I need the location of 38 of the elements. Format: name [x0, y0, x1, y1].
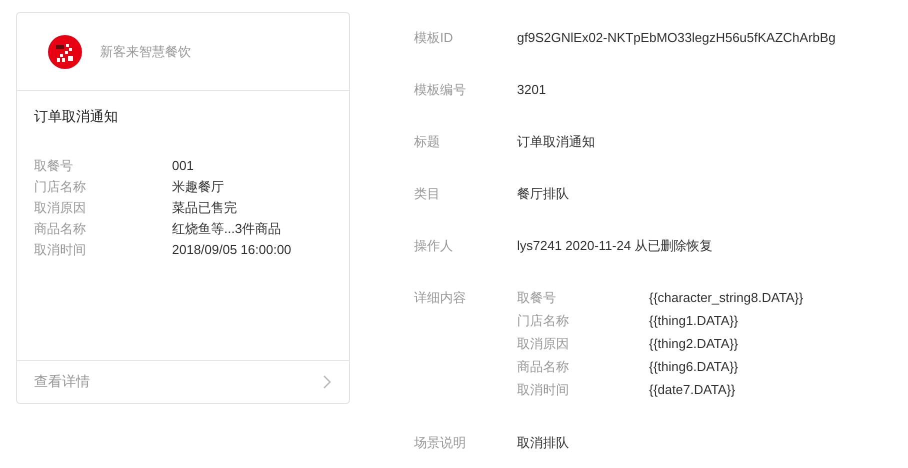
info-value: 餐厅排队 — [517, 185, 569, 203]
detail-label: 取消时间 — [517, 381, 570, 399]
field-value: 红烧鱼等...3件商品 — [172, 220, 282, 238]
detail-value: {{character_string8.DATA}} — [649, 289, 804, 307]
field-value: 2018/09/05 16:00:00 — [172, 241, 292, 259]
field-label: 取消原因 — [34, 199, 87, 217]
brand-name: 新客来智慧餐饮 — [100, 42, 191, 60]
detail-value: {{thing2.DATA}} — [649, 335, 740, 353]
field-value: 菜品已售完 — [172, 199, 238, 217]
view-details-link[interactable]: 查看详情 — [17, 360, 349, 403]
field-label: 取消时间 — [34, 241, 87, 259]
info-label: 操作人 — [414, 237, 454, 255]
detail-value: {{thing1.DATA}} — [649, 312, 740, 330]
card-title: 订单取消通知 — [34, 108, 119, 126]
info-value: 订单取消通知 — [517, 133, 595, 151]
detail-value: {{thing6.DATA}} — [649, 358, 740, 376]
info-label: 模板ID — [414, 29, 454, 47]
info-value: 3201 — [517, 81, 546, 99]
field-label: 门店名称 — [34, 178, 87, 196]
info-label: 详细内容 — [414, 289, 467, 307]
detail-label: 取餐号 — [517, 289, 557, 307]
info-label: 模板编号 — [414, 81, 467, 99]
chevron-right-icon — [323, 375, 331, 389]
field-value: 米趣餐厅 — [172, 178, 225, 196]
detail-label: 门店名称 — [517, 312, 570, 330]
info-value: 取消排队 — [517, 434, 569, 452]
info-label: 类目 — [414, 185, 441, 203]
info-value: gf9S2GNlEx02-NKTpEbMO33legzH56u5fKAZChArbBg — [517, 29, 836, 47]
detail-label: 商品名称 — [517, 358, 570, 376]
info-value: lys7241 2020-11-24 从已删除恢复 — [517, 237, 713, 255]
info-label: 标题 — [414, 133, 441, 151]
logo-icon — [48, 34, 82, 68]
field-value: 001 — [172, 157, 195, 175]
info-label: 场景说明 — [414, 434, 467, 452]
field-label: 取餐号 — [34, 157, 74, 175]
detail-label: 取消原因 — [517, 335, 570, 353]
field-label: 商品名称 — [34, 220, 87, 238]
detail-value: {{date7.DATA}} — [649, 381, 736, 399]
